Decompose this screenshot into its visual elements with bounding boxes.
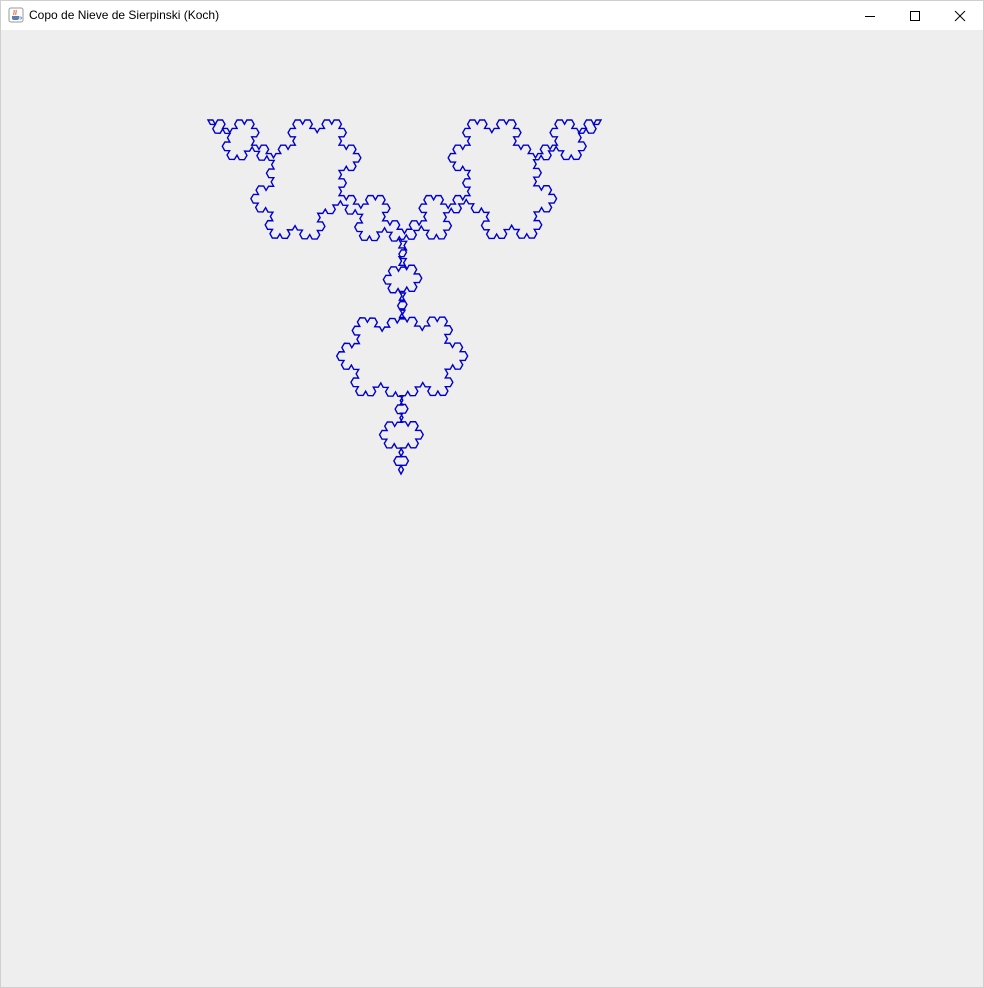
java-cup-icon: [8, 7, 24, 23]
minimize-icon: [864, 10, 876, 22]
maximize-button[interactable]: [892, 1, 938, 30]
close-icon: [954, 10, 966, 22]
koch-snowflake-outline: [206, 119, 603, 476]
app-window: Copo de Nieve de Sierpinski (Koch): [0, 0, 984, 988]
title-bar[interactable]: Copo de Nieve de Sierpinski (Koch): [1, 1, 983, 30]
maximize-icon: [909, 10, 921, 22]
drawing-canvas: [1, 30, 983, 987]
close-button[interactable]: [937, 1, 983, 30]
koch-snowflake: [206, 119, 603, 476]
minimize-button[interactable]: [847, 1, 893, 30]
window-title: Copo de Nieve de Sierpinski (Koch): [29, 8, 220, 22]
